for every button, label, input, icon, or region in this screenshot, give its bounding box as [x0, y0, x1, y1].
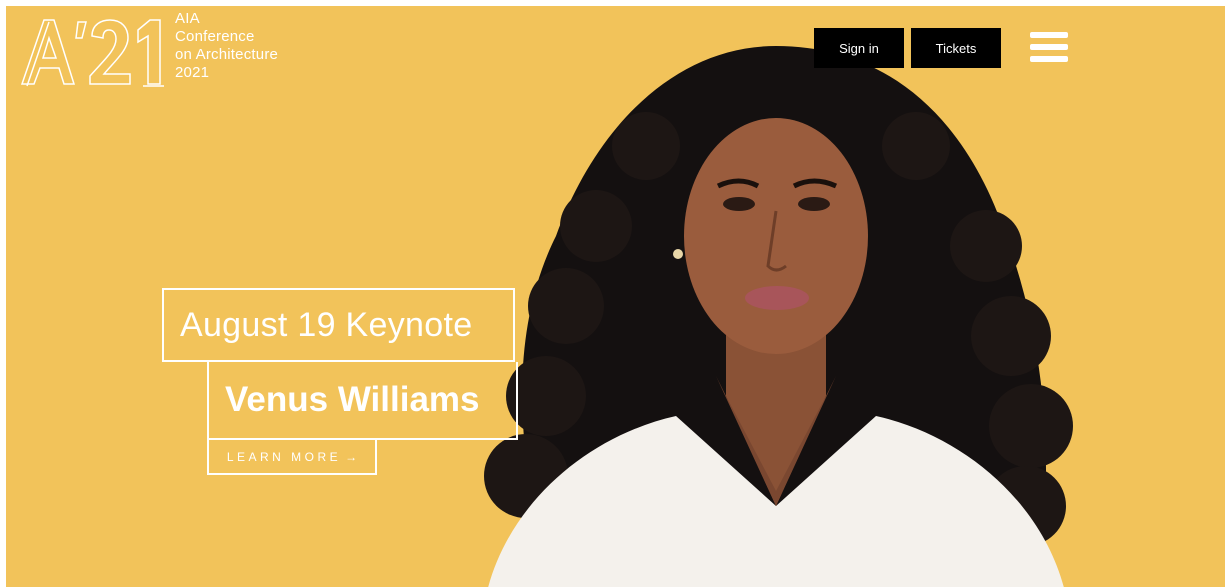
hero-banner: AIA Conference on Architecture 2021 Sign… [6, 6, 1225, 587]
logo-line: 2021 [175, 64, 210, 81]
speaker-name: Venus Williams [225, 380, 480, 419]
keynote-date-box: August 19 Keynote [162, 288, 515, 362]
tickets-button[interactable]: Tickets [911, 28, 1001, 68]
learn-more-button[interactable]: LEARN MORE → [207, 440, 377, 475]
sign-in-button[interactable]: Sign in [814, 28, 904, 68]
arrow-right-icon: → [345, 449, 358, 464]
logo-line: on Architecture [175, 46, 279, 63]
conference-logo[interactable]: AIA Conference on Architecture 2021 [18, 10, 308, 92]
menu-bar [1030, 56, 1068, 62]
speaker-portrait [446, 36, 1096, 587]
logo-wordmark: AIA Conference on Architecture 2021 [175, 10, 278, 82]
logo-line: Conference [175, 28, 255, 45]
menu-bar [1030, 32, 1068, 38]
speaker-name-box: Venus Williams [207, 362, 518, 440]
hamburger-menu-icon[interactable] [1030, 32, 1068, 64]
a21-logo-icon [20, 19, 164, 87]
keynote-title: August 19 Keynote [180, 305, 473, 344]
logo-line: AIA [175, 10, 200, 27]
menu-bar [1030, 44, 1068, 50]
learn-more-label: LEARN MORE [226, 449, 342, 464]
